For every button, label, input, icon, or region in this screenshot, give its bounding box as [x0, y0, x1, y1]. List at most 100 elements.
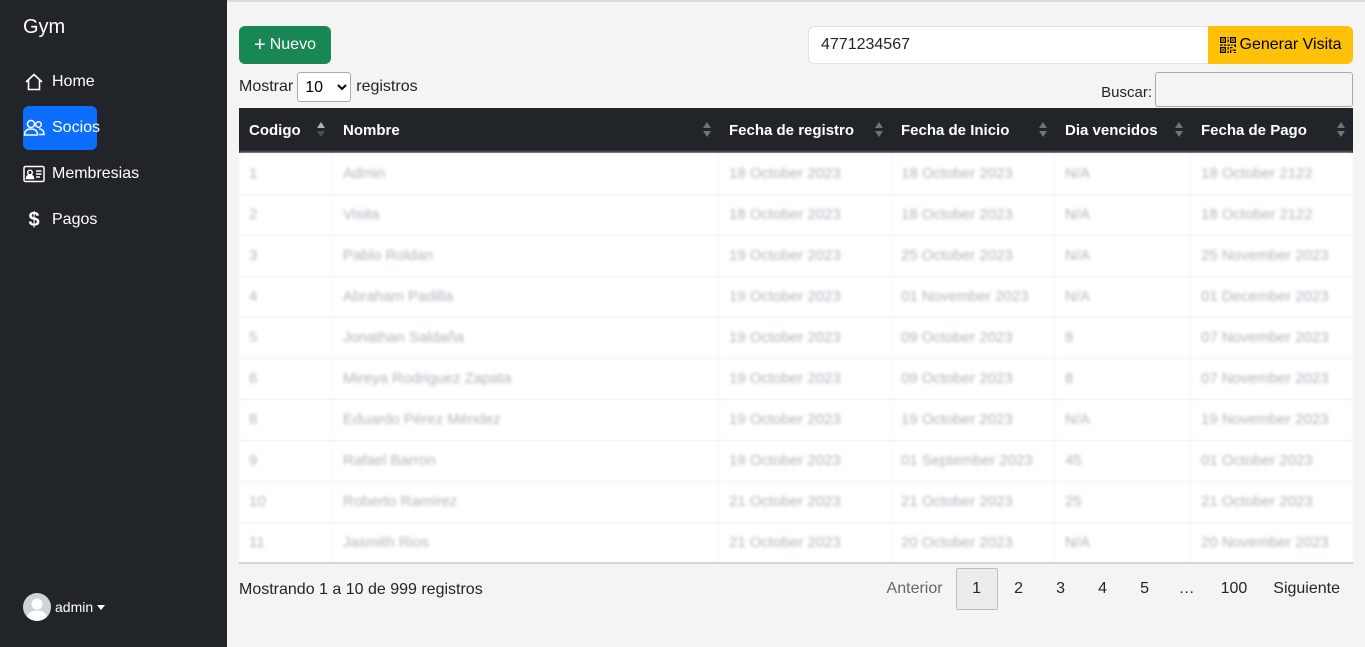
table-row[interactable]: 8 Eduardo Pérez Méndez 19 October 2023 19 O… [239, 399, 1353, 441]
table-cell: 6 [239, 358, 333, 400]
top-divider [227, 0, 1365, 2]
table-row[interactable]: 3 Pablo Roldan 19 October 2023 25 October 2… [239, 235, 1353, 277]
table-row[interactable]: 4 Abraham Padilla 19 October 2023 01 Novemb… [239, 276, 1353, 318]
table-cell: 2 [239, 194, 333, 236]
table-row[interactable]: 9 Rafael Barron 19 October 2023 01 Septembe… [239, 440, 1353, 482]
generate-visit-button[interactable]: Generar Visita [1208, 26, 1353, 64]
sort-icon [875, 122, 883, 140]
pagination-ellipsis: … [1178, 580, 1195, 597]
table-row[interactable]: 10 Roberto Ramírez 21 October 2023 21 Octob… [239, 481, 1353, 523]
table-cell: 20 November 2023 [1191, 522, 1353, 564]
user-name: admin [55, 599, 94, 615]
table-cell: Admin [333, 153, 719, 195]
table-cell: N/A [1055, 276, 1191, 318]
table-row[interactable]: 2 Visita 18 October 2023 18 October 2023 N/A… [239, 194, 1353, 236]
members-table: Codigo Nombre Fecha de registro Fecha de… [239, 108, 1353, 564]
table-cell: 21 October 2023 [1191, 481, 1353, 523]
page-button-100[interactable]: 100 [1208, 568, 1261, 610]
plus-icon: + [254, 34, 266, 56]
table-row[interactable]: 11 Jasmith Rios 21 October 2023 20 October … [239, 522, 1353, 564]
sort-icon [1175, 122, 1183, 140]
table-cell: 19 October 2023 [719, 276, 891, 318]
table-cell: 20 October 2023 [891, 522, 1055, 564]
table-cell: Pablo Roldan [333, 235, 719, 277]
table-cell: 01 December 2023 [1191, 276, 1353, 318]
column-label: Fecha de registro [729, 122, 855, 139]
table-cell: N/A [1055, 153, 1191, 195]
table-cell: Jonathan Saldaña [333, 317, 719, 359]
sidebar-item-pagos[interactable]: $ Pagos [23, 198, 213, 242]
brand-title[interactable]: Gym [23, 16, 65, 39]
table-cell: N/A [1055, 522, 1191, 564]
column-header-fecha-pago[interactable]: Fecha de Pago [1191, 108, 1353, 153]
column-header-nombre[interactable]: Nombre [333, 108, 719, 153]
table-cell: 19 November 2023 [1191, 399, 1353, 441]
new-button[interactable]: + Nuevo [239, 26, 331, 64]
table-cell: 01 November 2023 [891, 276, 1055, 318]
table-cell: 01 October 2023 [1191, 440, 1353, 482]
page-button-1[interactable]: 1 [955, 568, 998, 610]
table-cell: 18 October 2122 [1191, 153, 1353, 195]
caret-down-icon [97, 604, 106, 610]
page-button-3[interactable]: 3 [1040, 568, 1082, 610]
search-label: Buscar: [1101, 84, 1152, 101]
table-cell: 19 October 2023 [719, 399, 891, 441]
pagination: Anterior 1 2 3 4 5 … 100 Siguiente [874, 568, 1353, 610]
column-header-fecha-inicio[interactable]: Fecha de Inicio [891, 108, 1055, 153]
table-cell: 11 [239, 522, 333, 564]
table-cell: Roberto Ramírez [333, 481, 719, 523]
column-label: Dia vencidos [1065, 122, 1158, 139]
sidebar: Gym Home Socios Membresias $ Pagos admin [0, 0, 227, 647]
dollar-icon: $ [28, 208, 40, 231]
users-icon [23, 117, 45, 139]
table-cell: Eduardo Pérez Méndez [333, 399, 719, 441]
table-cell: 01 September 2023 [891, 440, 1055, 482]
sort-icon [317, 122, 325, 140]
sidebar-item-socios[interactable]: Socios [23, 106, 101, 150]
table-row[interactable]: 5 Jonathan Saldaña 19 October 2023 09 Octob… [239, 317, 1353, 359]
table-cell: 45 [1055, 440, 1191, 482]
show-label: Mostrar [239, 78, 294, 95]
column-header-codigo[interactable]: Codigo [239, 108, 333, 153]
sort-icon [1337, 122, 1345, 140]
column-label: Fecha de Pago [1201, 122, 1307, 139]
table-cell: 21 October 2023 [891, 481, 1055, 523]
table-row[interactable]: 6 Mireya Rodriguez Zapata 19 October 2023 0… [239, 358, 1353, 400]
table-cell: 18 October 2023 [891, 194, 1055, 236]
table-cell: 19 October 2023 [891, 399, 1055, 441]
table-cell: 21 October 2023 [719, 522, 891, 564]
table-cell: 19 October 2023 [719, 317, 891, 359]
sort-icon [1039, 122, 1047, 140]
table-cell: 4 [239, 276, 333, 318]
table-info: Mostrando 1 a 10 de 999 registros [239, 581, 483, 598]
table-cell: 09 October 2023 [891, 358, 1055, 400]
page-length-select[interactable]: 10 [297, 72, 352, 102]
table-cell: 8 [1055, 317, 1191, 359]
page-button-4[interactable]: 4 [1082, 568, 1124, 610]
new-button-label: Nuevo [269, 36, 316, 53]
sidebar-item-home[interactable]: Home [23, 60, 213, 104]
table-cell: 1 [239, 153, 333, 195]
page-button-2[interactable]: 2 [998, 568, 1040, 610]
table-cell: 07 November 2023 [1191, 358, 1353, 400]
table-cell: Abraham Padilla [333, 276, 719, 318]
next-page-button[interactable]: Siguiente [1260, 568, 1353, 610]
phone-input[interactable] [808, 26, 1209, 64]
user-menu[interactable]: admin [23, 593, 106, 621]
table-cell: 18 October 2023 [719, 194, 891, 236]
table-cell: 18 October 2023 [719, 153, 891, 195]
table-cell: 25 October 2023 [891, 235, 1055, 277]
page-button-5[interactable]: 5 [1124, 568, 1166, 610]
table-row[interactable]: 1 Admin 18 October 2023 18 October 2023 N/A 1… [239, 153, 1353, 195]
table-cell: 5 [239, 317, 333, 359]
search-input[interactable] [1155, 72, 1353, 107]
table-body: 1 Admin 18 October 2023 18 October 2023 N/A 1… [239, 153, 1353, 564]
table-cell: 21 October 2023 [719, 481, 891, 523]
column-header-dias-vencidos[interactable]: Dia vencidos [1055, 108, 1191, 153]
column-header-fecha-registro[interactable]: Fecha de registro [719, 108, 891, 153]
sidebar-item-membresias[interactable]: Membresias [23, 152, 213, 196]
table-cell: 8 [239, 399, 333, 441]
table-cell: Visita [333, 194, 719, 236]
previous-page-button[interactable]: Anterior [874, 568, 956, 610]
sidebar-item-label: Socios [52, 119, 101, 136]
